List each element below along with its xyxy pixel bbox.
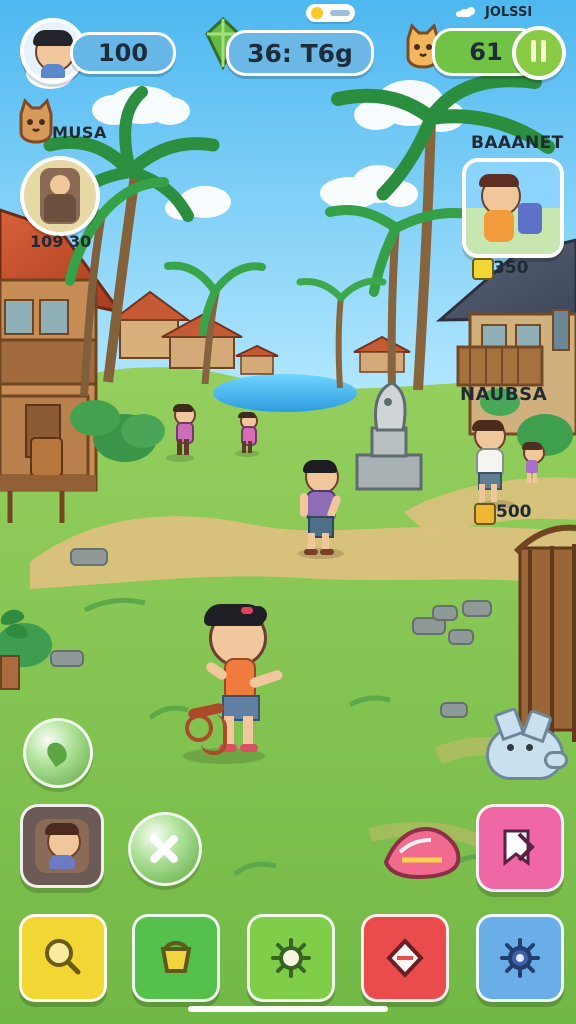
left-character-portrait[interactable] (20, 156, 100, 236)
gear-button[interactable] (247, 914, 335, 1002)
settings-button[interactable] (476, 914, 564, 1002)
villager-kid-left (170, 404, 196, 458)
sparkle-skill-button[interactable] (128, 812, 202, 886)
right-panel-title: BAAANET (471, 133, 564, 153)
player-character[interactable] (185, 604, 289, 768)
home-indicator (188, 1006, 388, 1012)
profile-counter-value: 100 (97, 39, 149, 67)
gear-icon (271, 938, 311, 978)
right-character-card[interactable] (462, 158, 564, 258)
currency-counter: 36: T6g (226, 30, 374, 76)
npc-name-label: NAUBSA (460, 384, 548, 405)
right-panel-value: 350 (493, 258, 529, 278)
pond (213, 374, 357, 412)
small-kid-far-right (520, 442, 546, 486)
energy-counter-value: 61 (469, 38, 503, 66)
coin-icon (474, 503, 496, 525)
shoe-item-button[interactable] (378, 820, 464, 882)
currency-counter-value: 36: T6g (247, 38, 353, 68)
path-stone (440, 702, 468, 718)
bucket-icon (160, 941, 192, 973)
path-stone (462, 600, 492, 617)
leaf-skill-button[interactable] (23, 718, 93, 788)
villager-kid-center (293, 460, 345, 555)
left-panel-title: MUSA (52, 123, 107, 142)
path-stone (432, 605, 458, 621)
leaf-icon (43, 738, 71, 768)
path-stone (50, 650, 84, 667)
diamond-button[interactable] (361, 914, 449, 1002)
path-stone (448, 629, 474, 645)
diamond-icon (386, 938, 424, 978)
left-bush-plant (0, 600, 30, 690)
cloud-icon (456, 5, 476, 20)
bucket-button[interactable] (132, 914, 220, 1002)
search-button[interactable] (19, 914, 107, 1002)
shoe-icon (383, 826, 461, 880)
profile-counter: 100 (70, 32, 176, 74)
pet-cat[interactable] (486, 706, 568, 780)
status-text: JOLSSI (485, 5, 533, 20)
villager-kid-middle (236, 412, 258, 456)
pause-button[interactable] (512, 26, 566, 80)
weather-badge (306, 4, 355, 22)
npc-value-label: 500 (496, 502, 532, 522)
left-panel-value: 109 30 (30, 232, 92, 251)
villager-kid-right (468, 420, 510, 506)
tag-icon (472, 258, 494, 280)
path-stone (70, 548, 108, 566)
bookmark-button[interactable] (476, 804, 564, 892)
bookmark-icon (503, 829, 535, 867)
settings-icon (500, 938, 540, 978)
sun-icon (311, 7, 323, 19)
friend-portrait-button[interactable] (20, 804, 104, 888)
search-icon (45, 939, 81, 975)
game-screen: 100 36: T6g 61 JOLSSI MUSA 109 30 BAAANE… (0, 0, 576, 1024)
